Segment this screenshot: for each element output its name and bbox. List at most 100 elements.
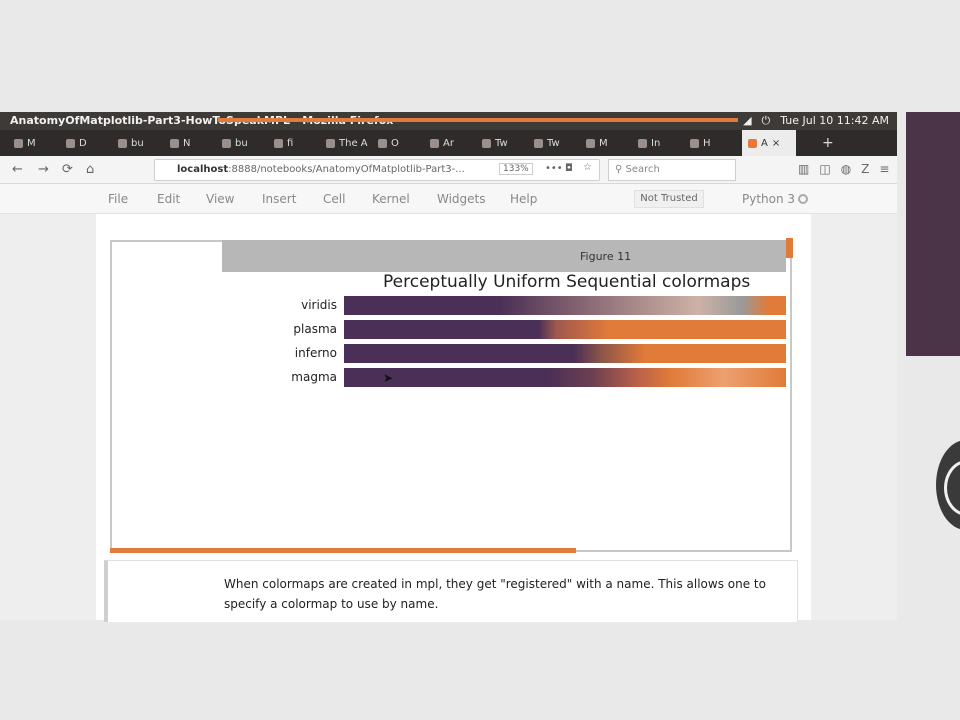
pocket-icon[interactable]: ◘ <box>565 163 573 174</box>
tab-label: D <box>79 137 87 149</box>
tab-5[interactable]: fi <box>274 138 326 149</box>
search-icon: ⚲ <box>615 164 626 175</box>
tab-label: Tw <box>547 137 560 149</box>
trust-badge[interactable]: Not Trusted <box>634 190 704 208</box>
tab-4[interactable]: bu <box>222 138 274 149</box>
output-scroll-indicator <box>218 118 738 122</box>
tab-label: M <box>27 137 36 149</box>
menu-insert[interactable]: Insert <box>262 192 296 206</box>
sidebar-icon[interactable]: ◫ <box>819 162 830 176</box>
colormap-label-inferno: inferno <box>294 346 337 360</box>
markdown-text: When colormaps are created in mpl, they … <box>224 577 766 611</box>
search-input[interactable]: ⚲ Search <box>608 159 736 181</box>
tab-favicon-icon <box>690 138 699 148</box>
desktop-side-panel <box>906 112 960 356</box>
menu-widgets[interactable]: Widgets <box>437 192 486 206</box>
colormap-bar-plasma <box>344 320 786 339</box>
desktop-app-icon <box>936 440 960 530</box>
tab-favicon-icon <box>378 138 387 148</box>
tab-favicon-icon <box>430 138 439 148</box>
tray-clock[interactable]: Tue Jul 10 11:42 AM <box>780 114 889 128</box>
tab-label: A <box>761 137 768 149</box>
tab-0[interactable]: M <box>14 138 66 149</box>
extension-icon[interactable]: ◍ <box>841 162 851 176</box>
tab-7[interactable]: O <box>378 138 430 149</box>
tab-13[interactable]: H <box>690 138 742 149</box>
menu-view[interactable]: View <box>206 192 234 206</box>
back-icon[interactable]: ← <box>12 162 23 177</box>
screen: AnatomyOfMatplotlib-Part3-HowToSpeakMPL … <box>0 0 960 720</box>
menu-edit[interactable]: Edit <box>157 192 180 206</box>
menu-kernel[interactable]: Kernel <box>372 192 410 206</box>
tray-network-icon[interactable]: ◢ <box>743 114 751 128</box>
menu-file[interactable]: File <box>108 192 128 206</box>
url-bar[interactable]: localhost:8888/notebooks/AnatomyOfMatplo… <box>154 159 600 181</box>
tab-favicon-icon <box>14 138 23 148</box>
new-tab-button[interactable]: + <box>822 135 834 151</box>
tab-label: bu <box>235 137 248 149</box>
url-text: localhost:8888/notebooks/AnatomyOfMatplo… <box>177 164 465 175</box>
reload-icon[interactable]: ⟳ <box>62 162 73 177</box>
colormap-bar-magma <box>344 368 786 387</box>
tab-label: In <box>651 137 661 149</box>
tab-1[interactable]: D <box>66 138 118 149</box>
kernel-name: Python 3 <box>742 192 796 206</box>
page-actions-icon[interactable]: ••• <box>545 163 563 174</box>
tab-8[interactable]: Ar <box>430 138 482 149</box>
toolbar-icons: ▥ ◫ ◍ Z ≡ <box>798 162 889 176</box>
tab-label: Tw <box>495 137 508 149</box>
home-icon[interactable]: ⌂ <box>86 162 94 177</box>
url-host: localhost <box>177 164 229 175</box>
tab-favicon-icon <box>274 138 283 148</box>
menu-help[interactable]: Help <box>510 192 537 206</box>
tab-favicon-icon <box>170 138 179 148</box>
tab-label: The A <box>339 137 368 149</box>
tab-3[interactable]: N <box>170 138 222 149</box>
figure-header[interactable] <box>222 240 786 272</box>
zoom-level[interactable]: 133% <box>499 163 533 175</box>
tab-favicon-icon <box>482 138 491 148</box>
figure-title: Perceptually Uniform Sequential colormap… <box>383 272 751 292</box>
kernel-status-icon <box>798 194 808 204</box>
tab-favicon-icon <box>534 138 543 148</box>
tab-close-icon[interactable]: × <box>772 138 780 149</box>
tab-label: M <box>599 137 608 149</box>
tab-label: fi <box>287 137 294 149</box>
url-path: :8888/notebooks/AnatomyOfMatplotlib-Part… <box>228 164 465 175</box>
colormap-label-viridis: viridis <box>301 298 337 312</box>
tab-label: N <box>183 137 191 149</box>
tab-2[interactable]: bu <box>118 138 170 149</box>
tab-12[interactable]: In <box>638 138 690 149</box>
tray-power-icon[interactable]: ⏻ <box>762 114 771 128</box>
tab-9[interactable]: Tw <box>482 138 534 149</box>
forward-icon[interactable]: → <box>38 162 49 177</box>
tab-label: O <box>391 137 399 149</box>
figure-label: Figure 11 <box>580 250 632 263</box>
menu-cell[interactable]: Cell <box>323 192 345 206</box>
tab-label: H <box>703 137 711 149</box>
zotero-icon[interactable]: Z <box>861 162 869 176</box>
colormap-label-magma: magma <box>291 370 337 384</box>
output-scroll-indicator-bottom <box>110 548 576 553</box>
tab-favicon-icon <box>586 138 595 148</box>
tab-10[interactable]: Tw <box>534 138 586 149</box>
tab-14[interactable]: A × <box>742 130 796 156</box>
tab-label: Ar <box>443 137 454 149</box>
tab-favicon-icon <box>326 138 335 148</box>
tab-favicon-icon <box>748 138 757 148</box>
tab-11[interactable]: M <box>586 138 638 149</box>
tab-favicon-icon <box>638 138 647 148</box>
library-icon[interactable]: ▥ <box>798 162 809 176</box>
menu-icon[interactable]: ≡ <box>879 162 889 176</box>
colormap-label-plasma: plasma <box>293 322 337 336</box>
bookmark-star-icon[interactable]: ☆ <box>583 162 592 173</box>
colormap-bar-viridis <box>344 296 786 315</box>
tab-label: bu <box>131 137 144 149</box>
nav-bar: ← → ⟳ ⌂ localhost:8888/notebooks/Anatomy… <box>0 156 897 184</box>
figure-close-button[interactable] <box>786 238 793 258</box>
mouse-cursor: ➤ <box>383 371 394 385</box>
colormap-bar-inferno <box>344 344 786 363</box>
tab-favicon-icon <box>118 138 127 148</box>
tab-6[interactable]: The A <box>326 138 378 149</box>
tab-bar: M Dbu Nbu fi The A O Ar Tw Tw M In H A × + <box>0 130 897 156</box>
